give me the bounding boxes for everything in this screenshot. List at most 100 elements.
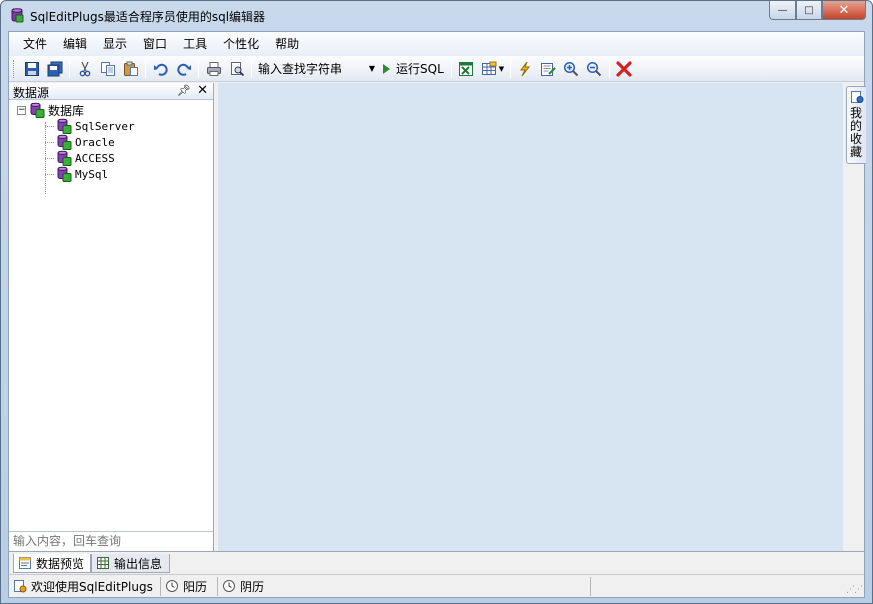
copy-icon xyxy=(100,61,115,76)
tab-data-preview[interactable]: 数据预览 xyxy=(13,554,91,573)
info-icon xyxy=(14,580,27,593)
datasource-header: 数据源 📌︎ ✕ xyxy=(9,83,213,100)
export-excel-button[interactable] xyxy=(455,58,478,80)
status-bar: 欢迎使用SqlEditPlugs 阳历 阴历 ⋰⋰ xyxy=(9,574,864,597)
clock-icon xyxy=(166,580,178,592)
favorites-icon xyxy=(851,91,864,103)
pin-icon[interactable]: 📌︎ xyxy=(177,84,191,97)
cut-button[interactable] xyxy=(73,58,96,80)
toolbar-separator xyxy=(198,59,199,78)
edit-icon xyxy=(541,62,557,76)
grid-icon xyxy=(482,61,497,75)
favorites-tab[interactable]: 我的收藏 xyxy=(846,86,866,164)
grid-options-button[interactable]: ▼ xyxy=(478,58,507,80)
toolbar-separator xyxy=(145,59,146,78)
title-bar[interactable]: SqlEditPlugs最适合程序员使用的sql编辑器 — □ ✕ xyxy=(1,1,872,31)
datasource-search-input[interactable]: 输入内容，回车查询 xyxy=(9,531,213,551)
favorites-label: 我的收藏 xyxy=(850,106,863,159)
redo-button[interactable] xyxy=(172,58,195,80)
redo-icon xyxy=(176,63,191,76)
tree-node-root[interactable]: − 数据库 xyxy=(17,102,84,118)
tree-node-label: ACCESS xyxy=(75,151,115,165)
menu-file[interactable]: 文件 xyxy=(15,33,55,55)
panel-close-icon[interactable]: ✕ xyxy=(197,83,208,98)
document-area[interactable] xyxy=(218,83,843,551)
paste-button[interactable] xyxy=(119,58,142,80)
bottom-tab-strip: 数据预览 输出信息 xyxy=(9,551,864,574)
run-sql-button[interactable]: 运行SQL xyxy=(379,58,448,80)
datasource-tree: − 数据库 SqlServer Oracle ACCESS MySql xyxy=(9,100,213,525)
toolbar-separator xyxy=(69,59,70,78)
database-icon xyxy=(30,102,45,118)
resize-grip-icon[interactable]: ⋰⋰ xyxy=(846,585,863,595)
status-solar-text: 阳历 xyxy=(183,579,208,594)
status-empty-panel xyxy=(591,577,855,596)
save-all-icon xyxy=(47,61,62,76)
execute-button[interactable] xyxy=(514,58,537,80)
tree-node-label: MySql xyxy=(75,167,109,181)
menu-edit[interactable]: 编辑 xyxy=(55,33,95,55)
minimize-button[interactable]: — xyxy=(769,1,796,20)
tree-node-sqlserver[interactable]: SqlServer xyxy=(45,118,135,134)
toolbar: 输入查找字符串 ▼ 运行SQL ▼ xyxy=(9,56,864,82)
lightning-icon xyxy=(520,61,531,76)
window-title: SqlEditPlugs最适合程序员使用的sql编辑器 xyxy=(30,10,266,24)
toolbar-separator xyxy=(608,59,610,78)
tab-label: 输出信息 xyxy=(114,556,163,571)
client-area: 文件 编辑 显示 窗口 工具 个性化 帮助 输入查找字符串 ▼ 运行SQL ▼ … xyxy=(8,31,866,598)
zoom-in-button[interactable] xyxy=(560,58,583,80)
tree-node-mysql[interactable]: MySql xyxy=(45,166,108,182)
menu-bar: 文件 编辑 显示 窗口 工具 个性化 帮助 xyxy=(9,32,864,56)
print-preview-icon xyxy=(230,61,244,76)
tree-node-label: 数据库 xyxy=(48,103,85,118)
toolbar-separator xyxy=(450,59,452,78)
maximize-button[interactable]: □ xyxy=(796,1,822,20)
search-combo[interactable]: 输入查找字符串 ▼ xyxy=(255,58,379,80)
datasource-title: 数据源 xyxy=(13,86,50,100)
save-button[interactable] xyxy=(20,58,43,80)
paste-icon xyxy=(123,61,138,76)
zoom-in-icon xyxy=(564,61,579,76)
save-all-button[interactable] xyxy=(43,58,66,80)
copy-button[interactable] xyxy=(96,58,119,80)
run-sql-label: 运行SQL xyxy=(396,62,444,76)
collapse-toggle-icon[interactable]: − xyxy=(17,105,26,115)
output-icon xyxy=(97,557,109,569)
preview-icon xyxy=(19,557,31,569)
tree-node-oracle[interactable]: Oracle xyxy=(45,134,115,150)
search-combo-text: 输入查找字符串 xyxy=(258,62,343,76)
edit-button[interactable] xyxy=(537,58,560,80)
status-lunar-text: 阴历 xyxy=(240,579,265,594)
database-icon xyxy=(57,166,72,182)
print-preview-button[interactable] xyxy=(225,58,248,80)
clock-icon xyxy=(223,580,235,592)
database-icon xyxy=(57,150,72,166)
status-solar-calendar[interactable]: 阳历 xyxy=(161,576,218,596)
toolbar-separator xyxy=(251,59,252,78)
menu-personalize[interactable]: 个性化 xyxy=(215,33,267,55)
datasource-panel: 数据源 📌︎ ✕ − 数据库 SqlServer Oracle ACCESS M… xyxy=(9,83,214,551)
status-lunar-calendar[interactable]: 阴历 xyxy=(218,576,591,596)
play-icon xyxy=(383,63,390,74)
menu-tools[interactable]: 工具 xyxy=(175,33,215,55)
toolbar-separator xyxy=(509,59,511,78)
save-icon xyxy=(24,61,39,76)
tab-output-info[interactable]: 输出信息 xyxy=(91,554,170,573)
chevron-down-icon[interactable]: ▼ xyxy=(366,64,378,73)
tree-node-access[interactable]: ACCESS xyxy=(45,150,115,166)
close-button[interactable]: ✕ xyxy=(822,1,866,20)
app-icon xyxy=(11,8,24,23)
delete-button[interactable] xyxy=(613,58,636,80)
menu-window[interactable]: 窗口 xyxy=(135,33,175,55)
zoom-out-button[interactable] xyxy=(583,58,606,80)
undo-button[interactable] xyxy=(149,58,172,80)
database-icon xyxy=(57,134,72,150)
status-welcome-text: 欢迎使用SqlEditPlugs xyxy=(31,579,153,594)
toolbar-grip[interactable] xyxy=(13,59,16,78)
menu-view[interactable]: 显示 xyxy=(95,33,135,55)
tree-node-label: SqlServer xyxy=(75,119,135,133)
chevron-down-icon[interactable]: ▼ xyxy=(499,65,507,73)
app-window: SqlEditPlugs最适合程序员使用的sql编辑器 — □ ✕ 文件 编辑 … xyxy=(0,0,873,604)
print-button[interactable] xyxy=(202,58,225,80)
menu-help[interactable]: 帮助 xyxy=(267,33,307,55)
